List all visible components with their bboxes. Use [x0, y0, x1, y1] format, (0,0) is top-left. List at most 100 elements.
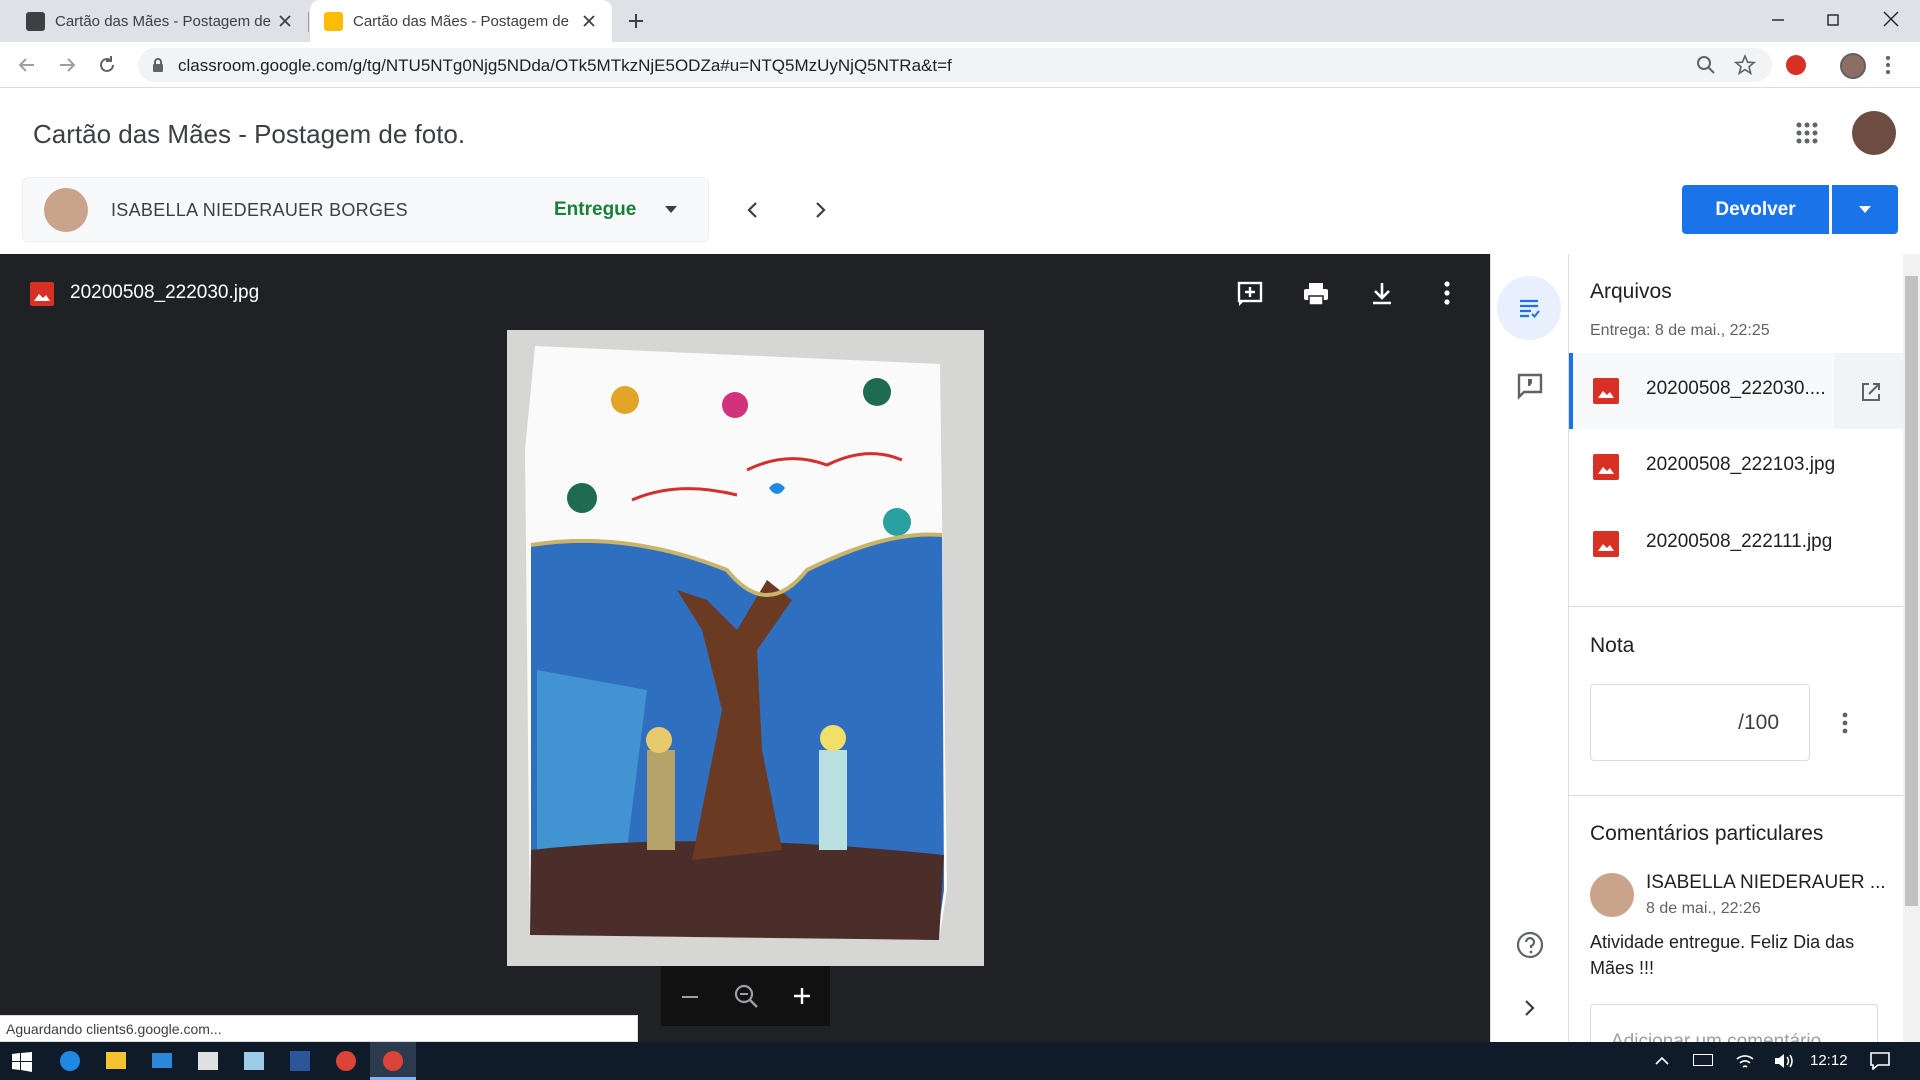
edge-icon[interactable]	[60, 1051, 80, 1071]
maximize-window-icon[interactable]	[1823, 10, 1843, 30]
lock-icon[interactable]	[151, 57, 165, 73]
wifi-icon[interactable]	[1735, 1052, 1755, 1070]
url-text: classroom.google.com/g/tg/NTU5NTg0Njg5ND…	[178, 56, 952, 75]
files-heading: Arquivos	[1590, 280, 1672, 303]
taskbar-clock[interactable]: 12:12	[1810, 1052, 1848, 1069]
comment-text: Atividade entregue. Feliz Dia das Mães !…	[1590, 932, 1855, 978]
classroom-favicon-icon	[324, 11, 343, 31]
previous-student-icon[interactable]	[745, 200, 761, 220]
submission-photo	[507, 330, 984, 966]
file-name: 20200508_222103.jpg	[1646, 454, 1836, 475]
minimize-window-icon[interactable]	[1768, 10, 1788, 30]
divider	[1569, 606, 1903, 607]
battery-icon[interactable]	[1693, 1054, 1713, 1066]
file-name: 20200508_222030....	[1646, 378, 1826, 399]
next-student-icon[interactable]	[812, 200, 828, 220]
files-tab[interactable]	[1497, 276, 1561, 340]
print-icon[interactable]	[1302, 280, 1330, 308]
assignment-list-icon	[1520, 299, 1540, 318]
show-hidden-icons-icon[interactable]	[1654, 1056, 1670, 1066]
chevron-down-icon	[1859, 206, 1871, 213]
panel-scrollbar[interactable]	[1903, 254, 1920, 1042]
back-arrow-icon[interactable]	[16, 54, 38, 76]
zoom-controls	[661, 966, 830, 1026]
image-file-icon	[30, 282, 54, 306]
account-avatar[interactable]	[1852, 111, 1896, 155]
app-icon[interactable]	[244, 1052, 264, 1070]
chrome-menu-icon[interactable]	[1884, 54, 1892, 76]
return-options-button[interactable]	[1832, 185, 1898, 234]
help-icon[interactable]	[1515, 930, 1545, 960]
browser-tab-strip: Cartão das Mães - Postagem de foto. Cart…	[0, 0, 1920, 42]
extension-icon[interactable]	[1786, 55, 1806, 75]
comment-time: 8 de mai., 22:26	[1646, 900, 1761, 917]
page-title: Cartão das Mães - Postagem de foto.	[33, 119, 466, 149]
mail-icon[interactable]	[152, 1053, 172, 1068]
profile-avatar[interactable]	[1840, 53, 1866, 79]
bookmark-star-icon[interactable]	[1734, 54, 1756, 76]
image-file-icon	[1593, 378, 1619, 404]
divider	[1569, 795, 1903, 796]
grade-heading: Nota	[1590, 634, 1635, 657]
sidebar-rail	[1490, 254, 1568, 1042]
windows-start-icon[interactable]	[12, 1052, 32, 1072]
comment-author: ISABELLA NIEDERAUER ...	[1646, 872, 1886, 893]
notifications-icon[interactable]	[1870, 1052, 1890, 1070]
file-name: 20200508_222111.jpg	[1646, 531, 1833, 552]
browser-tab-2-active[interactable]: Cartão das Mães - Postagem de foto.	[310, 0, 612, 42]
feedback-icon[interactable]	[1516, 372, 1544, 400]
submission-time: Entrega: 8 de mai., 22:25	[1590, 322, 1770, 339]
commenter-avatar	[1590, 873, 1634, 917]
zoom-icon[interactable]	[1696, 55, 1716, 75]
chrome-active-window[interactable]	[370, 1042, 416, 1080]
scrollbar-thumb[interactable]	[1905, 276, 1918, 906]
collapse-panel-icon[interactable]	[1521, 998, 1537, 1018]
zoom-in-icon[interactable]	[791, 985, 813, 1007]
address-bar[interactable]: classroom.google.com/g/tg/NTU5NTg0Njg5ND…	[138, 48, 1772, 82]
file-viewer: 20200508_222030.jpg	[0, 254, 1490, 1042]
file-item-3[interactable]: 20200508_222111.jpg	[1569, 506, 1903, 582]
more-options-icon[interactable]	[1443, 280, 1451, 306]
tab-title: Cartão das Mães - Postagem de foto.	[55, 12, 273, 30]
comment-input[interactable]: Adicionar um comentário	[1590, 1004, 1878, 1042]
image-file-icon	[1593, 531, 1619, 557]
forward-arrow-icon[interactable]	[56, 54, 78, 76]
grade-input[interactable]: /100	[1590, 684, 1810, 761]
zoom-out-icon[interactable]	[679, 986, 701, 1008]
close-tab-icon[interactable]	[276, 12, 294, 30]
status-badge: Entregue	[554, 199, 637, 220]
student-name: ISABELLA NIEDERAUER BORGES	[111, 200, 408, 220]
open-in-new-button[interactable]	[1834, 353, 1903, 429]
add-comment-icon[interactable]	[1236, 280, 1264, 308]
volume-icon[interactable]	[1773, 1052, 1795, 1070]
open-in-new-icon	[1862, 383, 1880, 401]
return-button[interactable]: Devolver	[1682, 185, 1829, 234]
classroom-favicon-icon	[26, 11, 45, 31]
chrome-icon[interactable]	[336, 1051, 356, 1071]
apps-grid-icon[interactable]	[1795, 121, 1819, 145]
browser-tab-1[interactable]: Cartão das Mães - Postagem de foto.	[0, 0, 308, 42]
close-tab-icon[interactable]	[580, 12, 598, 30]
chevron-down-icon[interactable]	[664, 205, 678, 215]
file-item-2[interactable]: 20200508_222103.jpg	[1569, 429, 1903, 505]
viewer-file-name: 20200508_222030.jpg	[70, 282, 260, 303]
new-tab-icon[interactable]	[626, 11, 646, 31]
file-explorer-icon[interactable]	[106, 1052, 126, 1069]
file-item-1[interactable]: 20200508_222030....	[1569, 353, 1903, 429]
student-selector[interactable]: ISABELLA NIEDERAUER BORGES Entregue	[22, 177, 709, 242]
grade-options-icon[interactable]	[1841, 711, 1849, 735]
store-icon[interactable]	[198, 1052, 218, 1070]
loading-status: Aguardando clients6.google.com...	[0, 1015, 638, 1042]
close-window-icon[interactable]	[1880, 8, 1902, 30]
student-avatar	[44, 188, 88, 232]
word-icon[interactable]	[290, 1051, 310, 1071]
zoom-reset-icon[interactable]	[733, 983, 759, 1009]
chrome-icon	[383, 1051, 403, 1071]
image-file-icon	[1593, 454, 1619, 480]
reload-icon[interactable]	[96, 54, 118, 76]
tab-title: Cartão das Mães - Postagem de foto.	[353, 12, 571, 30]
browser-toolbar: classroom.google.com/g/tg/NTU5NTg0Njg5ND…	[0, 42, 1920, 88]
tab-separator	[308, 12, 309, 32]
download-icon[interactable]	[1369, 280, 1395, 306]
private-comments-heading: Comentários particulares	[1590, 822, 1824, 845]
